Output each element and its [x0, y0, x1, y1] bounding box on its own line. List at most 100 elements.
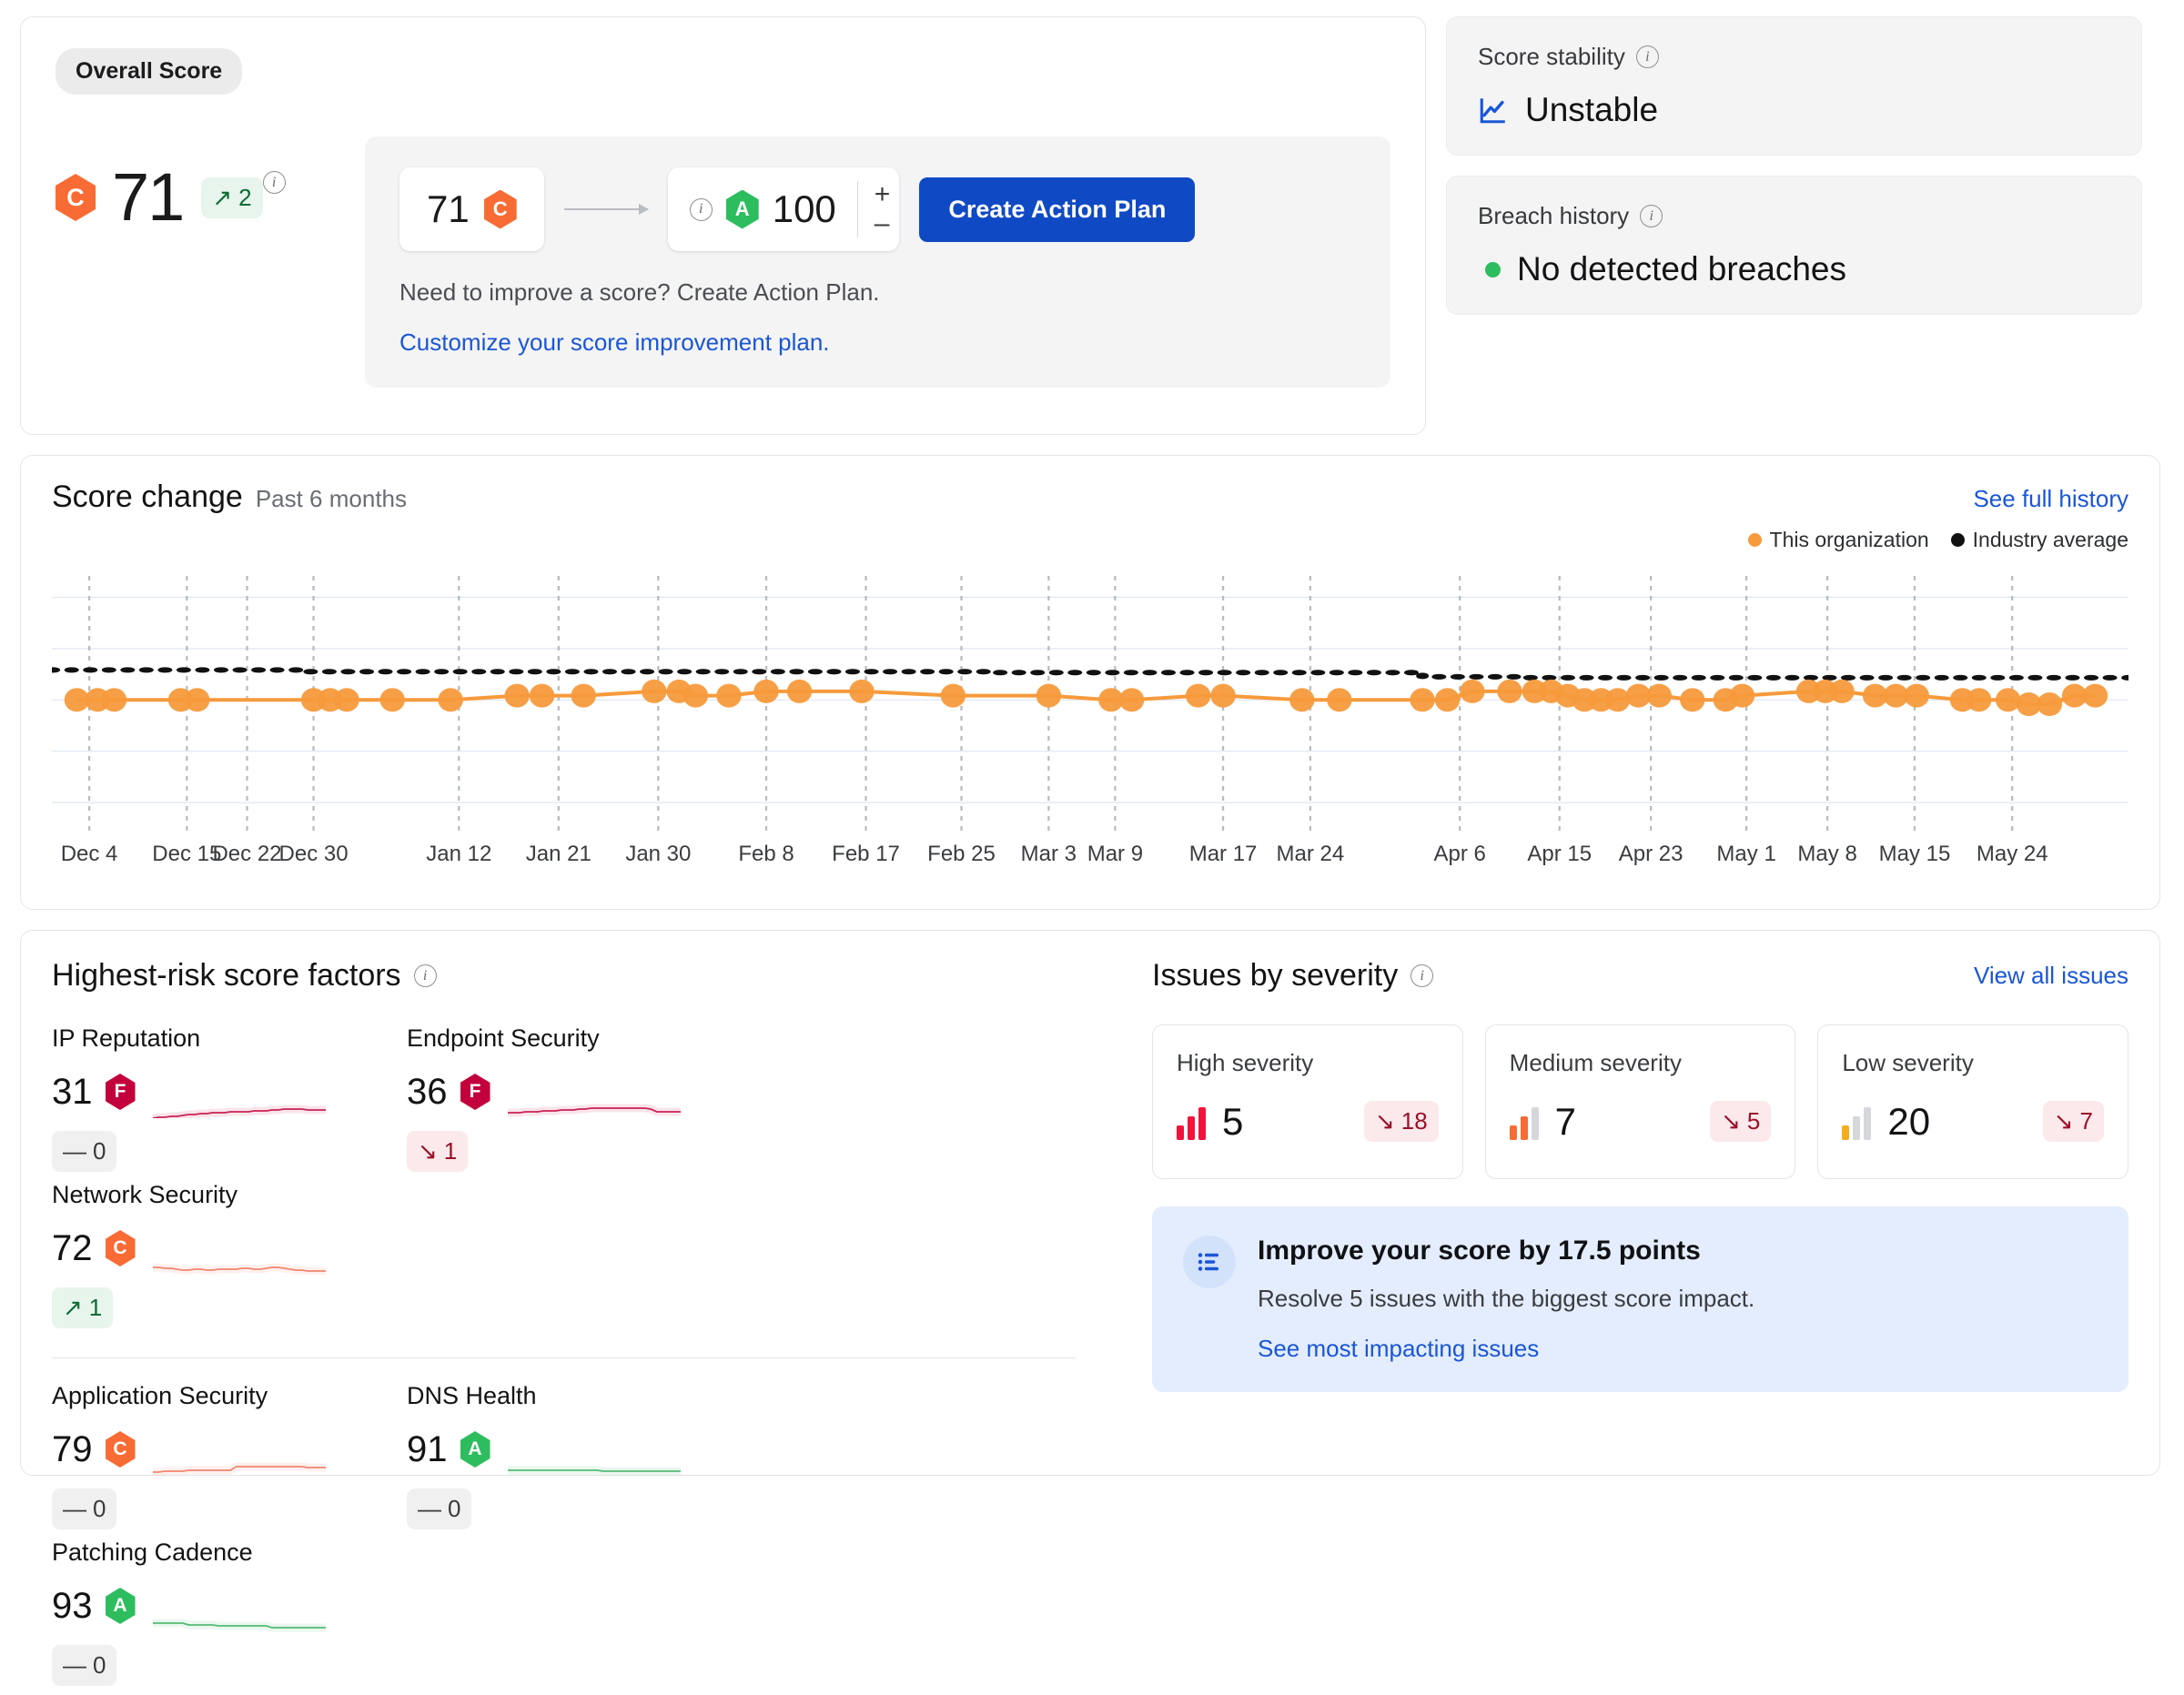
severity-bar [1198, 1106, 1206, 1140]
score-factor-row: 93 A [52, 1579, 407, 1632]
legend-label: Industry average [1972, 528, 2128, 551]
score-factor-delta-value: 0 [93, 1495, 106, 1522]
severity-card[interactable]: Low severity 20 ↘ 7 [1817, 1024, 2129, 1179]
x-axis-tick-label: May 24 [1976, 842, 2048, 866]
x-axis-tick-label: Mar 24 [1276, 842, 1345, 866]
breach-history-info-icon[interactable]: i [1640, 205, 1663, 227]
score-factor-item[interactable]: Application Security 79 C —0 [52, 1382, 407, 1529]
severity-delta: ↘ 7 [2042, 1101, 2105, 1142]
score-factor-name: IP Reputation [52, 1024, 201, 1052]
score-factor-delta-value: 1 [88, 1294, 103, 1321]
severity-delta: ↘ 5 [1710, 1101, 1772, 1142]
trend-arrow-icon: — [63, 1495, 86, 1522]
target-score-stepper[interactable]: + – [856, 181, 891, 237]
improve-title: Improve your score by 17.5 points [1258, 1236, 1701, 1266]
chart-x-axis: Dec 4 Dec 15 Dec 22 Dec 30 Jan 12 Jan 21 Jan 3… [52, 842, 2128, 878]
x-axis-tick-label: Feb 8 [738, 842, 794, 866]
score-factor-item[interactable]: Patching Cadence 93 A —0 [52, 1539, 407, 1686]
score-factor-row: 31 F [52, 1065, 407, 1118]
trend-arrow-icon: — [418, 1495, 441, 1522]
score-factor-grade-hexagon-icon: A [460, 1431, 490, 1468]
score-factor-row: 79 C [52, 1423, 407, 1476]
x-axis-tick-label: Feb 17 [832, 842, 900, 866]
trend-down-arrow-icon: ↘ [1374, 1107, 1395, 1135]
score-factor-name: Application Security [52, 1382, 268, 1409]
score-factor-value: 79 [52, 1429, 93, 1469]
factors-grid: IP Reputation 31 F —0 Endpoint Security 36 F ↘ 1… [52, 1024, 1094, 1695]
score-factor-item[interactable]: IP Reputation 31 F —0 [52, 1024, 407, 1172]
score-factor-item[interactable]: Network Security 72 C ↗ 1 [52, 1181, 407, 1328]
overall-score-info-icon[interactable]: i [262, 171, 286, 194]
overall-score-value: 71 [112, 159, 185, 235]
score-stability-info-icon[interactable]: i [1635, 45, 1659, 68]
score-factor-delta: ↘ 1 [407, 1131, 469, 1172]
chart-legend: This organization Industry average [52, 528, 2128, 552]
improve-score-callout: Improve your score by 17.5 points Resolv… [1152, 1206, 2128, 1392]
target-grade-hexagon-icon: A [725, 189, 759, 229]
x-axis-tick-label: Dec 30 [278, 842, 349, 866]
score-change-card: Score change Past 6 months See full hist… [20, 455, 2160, 910]
stepper-decrease-button[interactable]: – [875, 210, 891, 237]
severity-card[interactable]: High severity 5 ↘ 18 [1152, 1024, 1463, 1179]
severity-cards-row: High severity 5 ↘ 18 Medium severity 7 ↘ 5 Low s… [1152, 1024, 2129, 1179]
score-factor-value: 72 [52, 1228, 93, 1268]
severity-body: 5 ↘ 18 [1177, 1101, 1439, 1142]
x-axis-tick-label: Apr 23 [1618, 842, 1684, 866]
severity-bar [1188, 1115, 1195, 1140]
score-factor-delta: —0 [52, 1488, 117, 1529]
factors-header: Highest-risk score factors i [52, 958, 1094, 994]
severity-card[interactable]: Medium severity 7 ↘ 5 [1484, 1024, 1796, 1179]
overall-delta-value: 2 [238, 183, 252, 211]
score-area: C 71 ↗ 2 i 71 C i A 100 + – Create Actio… [56, 136, 1390, 388]
see-full-history-link[interactable]: See full history [1973, 485, 2128, 513]
score-factor-delta-wrap: —0 [52, 1488, 117, 1529]
plan-hint-text: Need to improve a score? Create Action P… [399, 278, 880, 306]
dashboard-page: Overall Score C 71 ↗ 2 i 71 C i A 100 + … [0, 0, 2184, 1686]
score-factor-value: 31 [52, 1072, 93, 1112]
score-factor-row: 91 A [407, 1423, 762, 1476]
issues-info-icon[interactable]: i [1410, 964, 1434, 987]
score-stability-value-row: Unstable [1478, 91, 2110, 129]
overall-score-display: C 71 ↗ 2 i [56, 136, 356, 231]
stepper-increase-button[interactable]: + [875, 181, 891, 208]
current-grade-hexagon-icon: C [483, 189, 517, 229]
score-factor-value: 91 [407, 1429, 448, 1469]
score-improvement-panel: 71 C i A 100 + – Create Action Plan Need… [365, 136, 1390, 388]
factors-info-icon[interactable]: i [413, 964, 437, 987]
x-axis-tick-label: Dec 4 [60, 842, 118, 866]
legend-label: This organization [1769, 528, 1929, 551]
legend-item-this-organization: This organization [1747, 528, 1929, 552]
x-axis-tick-label: Jan 30 [625, 842, 692, 866]
score-factor-delta: —0 [52, 1645, 117, 1686]
see-most-impacting-issues-link[interactable]: See most impacting issues [1258, 1335, 1539, 1363]
issues-header: Issues by severity i View all issues [1152, 958, 2128, 994]
severity-body: 7 ↘ 5 [1509, 1101, 1772, 1142]
grade-hexagon-icon: C [56, 174, 96, 221]
line-chart-icon [1480, 98, 1505, 124]
score-factor-delta: ↗ 1 [52, 1287, 114, 1328]
x-axis-tick-label: May 1 [1716, 842, 1776, 866]
trend-up-arrow-icon: ↗ [212, 183, 233, 211]
score-stability-card: Score stability i Unstable [1446, 16, 2142, 156]
list-icon [1183, 1236, 1236, 1288]
side-panels: Score stability i Unstable Breach histor… [1446, 16, 2142, 315]
target-score-info-icon[interactable]: i [689, 197, 713, 221]
severity-bar [1177, 1125, 1184, 1140]
severity-delta-value: 7 [2079, 1107, 2094, 1135]
severity-bar [1531, 1106, 1539, 1140]
severity-body: 20 ↘ 7 [1842, 1101, 2105, 1142]
factors-title: Highest-risk score factors [52, 958, 401, 993]
trend-arrow-icon: — [63, 1137, 86, 1165]
score-factor-item[interactable]: DNS Health 91 A —0 [407, 1382, 762, 1529]
breach-history-value-row: No detected breaches [1478, 250, 2110, 288]
score-factor-item[interactable]: Endpoint Security 36 F ↘ 1 [407, 1024, 762, 1172]
customize-plan-link[interactable]: Customize your score improvement plan. [399, 328, 1356, 357]
view-all-issues-link[interactable]: View all issues [1974, 962, 2128, 990]
score-factor-grade-hexagon-icon: C [105, 1230, 136, 1266]
score-change-subtitle: Past 6 months [255, 485, 408, 512]
create-action-plan-button[interactable]: Create Action Plan [919, 177, 1196, 242]
score-factor-sparkline [152, 1619, 326, 1632]
score-factor-delta-wrap: —0 [52, 1645, 117, 1686]
improve-subtitle: Resolve 5 issues with the biggest score … [1258, 1285, 1755, 1312]
target-score-chip[interactable]: i A 100 + – [667, 167, 900, 251]
